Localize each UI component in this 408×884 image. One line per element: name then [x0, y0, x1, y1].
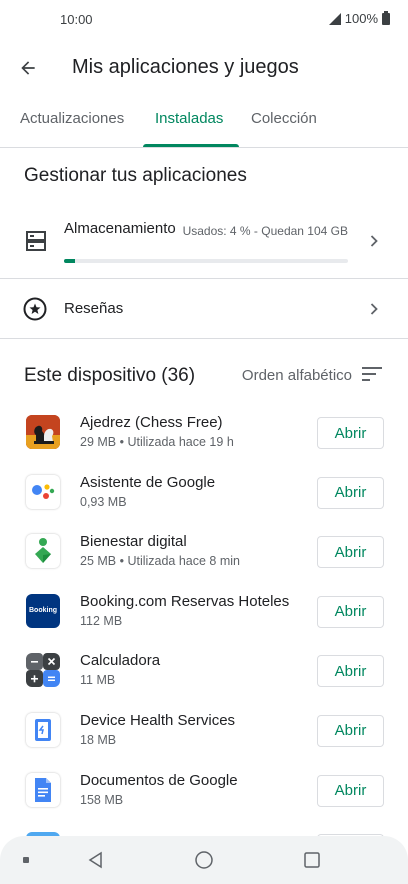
page-title: Mis aplicaciones y juegos [72, 56, 299, 78]
chevron-right-icon [368, 233, 380, 249]
open-button[interactable]: Abrir [317, 476, 384, 509]
status-bar: 10:00 100% [0, 0, 408, 40]
reviews-label: Reseñas [64, 300, 124, 317]
open-button[interactable]: Abrir [317, 536, 384, 569]
open-button[interactable]: Abrir [317, 595, 384, 628]
open-button[interactable]: Abrir [317, 417, 384, 449]
device-health-icon [26, 712, 60, 747]
divider [0, 278, 408, 279]
divider [0, 338, 408, 339]
digital-wellbeing-icon [26, 534, 60, 569]
status-time: 10:00 [60, 12, 93, 27]
open-button[interactable]: Abrir [317, 655, 384, 688]
tab-updates[interactable]: Actualizaciones [20, 110, 124, 148]
nav-back-button[interactable] [84, 848, 108, 872]
list-item[interactable]: Device Health Services 18 MB Abrir [0, 701, 408, 761]
tab-bar: Actualizaciones Instaladas Colección [0, 100, 408, 148]
triangle-back-icon [88, 851, 102, 869]
app-name: Booking.com Reservas Hoteles [80, 592, 290, 610]
app-name: Calculadora [80, 652, 161, 670]
list-item[interactable]: Documentos de Google 158 MB Abrir [0, 761, 408, 821]
list-item[interactable]: Calculadora 11 MB Abrir [0, 641, 408, 701]
calculator-icon [26, 653, 60, 688]
app-name: Bienestar digital [80, 533, 187, 551]
app-meta: 18 MB [80, 732, 117, 747]
google-assistant-icon [26, 474, 60, 509]
arrow-back-icon [21, 61, 35, 75]
list-item[interactable]: Ajedrez (Chess Free) 29 MB • Utilizada h… [0, 403, 408, 463]
storage-progress-fill [64, 259, 76, 263]
app-meta: 0,93 MB [80, 494, 127, 509]
open-button[interactable]: Abrir [317, 774, 384, 807]
booking-icon-text: Booking [29, 607, 57, 615]
app-meta: 112 MB [80, 613, 123, 628]
chess-icon [26, 415, 60, 449]
app-meta: 158 MB [80, 792, 124, 807]
list-item[interactable]: Bienestar digital 25 MB • Utilizada hace… [0, 522, 408, 582]
nav-home-button[interactable] [192, 848, 216, 872]
active-tab-indicator [143, 144, 239, 147]
storage-progress-bar [64, 259, 348, 263]
device-section-title: Este dispositivo (36) [24, 365, 196, 386]
tab-library[interactable]: Colección [251, 110, 317, 148]
app-name: Device Health Services [80, 711, 236, 729]
app-name: Ajedrez (Chess Free) [80, 414, 223, 431]
list-item[interactable]: Booking Booking.com Reservas Hoteles 112… [0, 582, 408, 642]
nav-recents-button[interactable] [300, 848, 324, 872]
dot-icon [14, 848, 38, 872]
app-meta: 29 MB • Utilizada hace 19 h [80, 435, 234, 449]
battery-icon [382, 10, 390, 25]
app-name: Asistente de Google [80, 473, 216, 491]
sort-icon[interactable] [362, 366, 382, 384]
signal-icon [328, 12, 341, 25]
app-bar: Mis aplicaciones y juegos [0, 44, 408, 92]
open-button[interactable]: Abrir [317, 714, 384, 747]
booking-icon: Booking [26, 593, 60, 628]
battery-percent: 100% [344, 11, 378, 26]
manage-section-title: Gestionar tus aplicaciones [24, 165, 247, 186]
storage-label: Almacenamiento [64, 220, 176, 237]
circle-home-icon [195, 851, 213, 869]
system-nav-bar [0, 836, 408, 884]
google-docs-icon [26, 772, 60, 807]
back-button[interactable] [14, 54, 42, 82]
app-name: Documentos de Google [80, 771, 238, 789]
installed-apps-list: Ajedrez (Chess Free) 29 MB • Utilizada h… [0, 403, 408, 841]
tab-installed[interactable]: Instaladas [155, 110, 223, 148]
chevron-right-icon [368, 301, 380, 317]
square-recents-icon [304, 852, 320, 868]
sort-label[interactable]: Orden alfabético [242, 367, 352, 384]
storage-info: Usados: 4 % - Quedan 104 GB [182, 224, 348, 238]
app-meta: 25 MB • Utilizada hace 8 min [80, 554, 241, 569]
storage-icon [24, 229, 48, 253]
app-meta: 11 MB [80, 673, 116, 688]
list-item[interactable]: Asistente de Google 0,93 MB Abrir [0, 463, 408, 523]
status-indicators: 100% [328, 10, 390, 26]
star-circle-icon [23, 297, 47, 321]
